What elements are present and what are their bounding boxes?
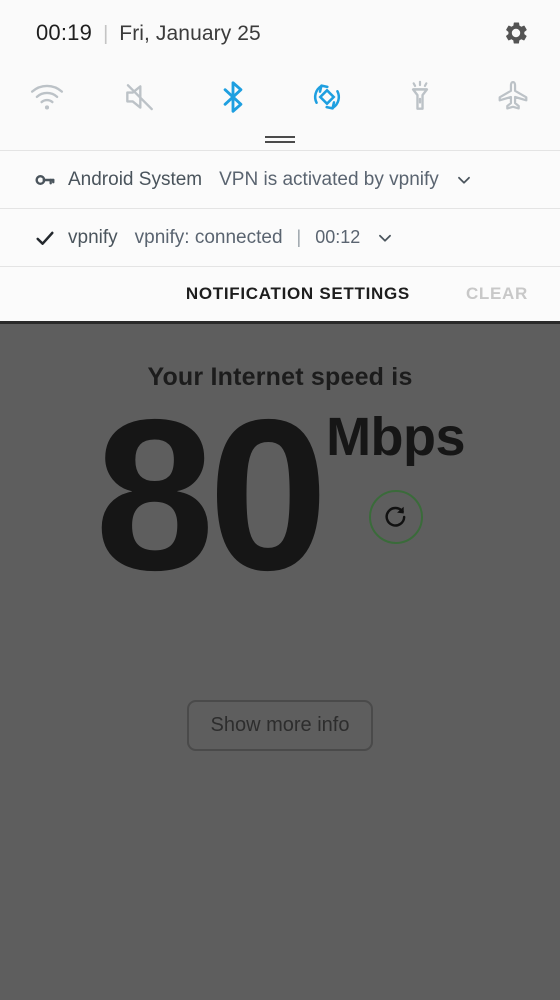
notification-settings-button[interactable]: NOTIFICATION SETTINGS (178, 278, 418, 310)
notification-expand-chevron[interactable] (374, 227, 396, 249)
quick-tile-flashlight[interactable] (373, 66, 466, 128)
quick-tile-airplane-mode[interactable] (467, 66, 560, 128)
quick-tile-auto-rotate[interactable] (280, 66, 373, 128)
status-date: Fri, January 25 (119, 22, 261, 45)
chevron-down-icon (457, 176, 470, 184)
speed-unit-group: Mbps (326, 407, 466, 544)
notification-app-name: Android System (68, 168, 203, 190)
wifi-icon (30, 84, 63, 110)
bluetooth-icon (223, 81, 243, 113)
clock-date-group: 00:19 | Fri, January 25 (36, 20, 494, 46)
check-icon (34, 227, 62, 249)
speed-readout: 80 Mbps (0, 382, 560, 608)
quick-settings-row (0, 66, 560, 128)
quick-tile-wifi[interactable] (0, 66, 93, 128)
notification-message: VPN is activated by vpnify (219, 168, 439, 190)
notification-vpnify[interactable]: vpnify vpnify: connected | 00:12 (0, 209, 560, 266)
refresh-icon (385, 506, 405, 527)
notification-shade: 00:19 | Fri, January 25 Android System V… (0, 0, 560, 324)
quick-tile-sound-mute[interactable] (93, 66, 186, 128)
flashlight-icon (411, 80, 429, 110)
speed-unit: Mbps (326, 407, 466, 467)
notification-android-system[interactable]: Android System VPN is activated by vpnif… (0, 151, 560, 208)
refresh-button[interactable] (368, 490, 423, 544)
notification-separator: | (296, 227, 302, 247)
drag-handle-icon (265, 135, 295, 143)
shade-bottom-edge (0, 321, 560, 324)
notification-expand-chevron[interactable] (453, 169, 475, 191)
quick-tile-bluetooth[interactable] (187, 66, 280, 128)
status-separator: | (103, 23, 109, 45)
notification-time: 00:12 (315, 227, 361, 247)
chevron-down-icon (379, 234, 392, 242)
show-more-info-button[interactable]: Show more info (186, 699, 374, 751)
auto-rotate-icon (313, 84, 340, 110)
key-icon (34, 169, 62, 191)
status-clock: 00:19 (36, 20, 93, 45)
airplane-mode-icon (498, 81, 528, 110)
notification-app-name: vpnify (68, 226, 118, 248)
speed-test-app: Your Internet speed is 80 Mbps Show more… (0, 311, 560, 1000)
status-bar: 00:19 | Fri, January 25 (0, 0, 560, 66)
notification-actions-row: NOTIFICATION SETTINGS CLEAR (0, 267, 560, 321)
notification-message: vpnify: connected (134, 226, 283, 248)
volume-mute-icon (126, 84, 153, 111)
show-more-row: Show more info (0, 699, 560, 751)
clear-notifications-button[interactable]: CLEAR (458, 278, 536, 310)
settings-button[interactable] (494, 11, 538, 55)
speed-value: 80 (94, 374, 328, 615)
shade-drag-handle[interactable] (0, 128, 560, 150)
gear-icon (506, 22, 527, 44)
